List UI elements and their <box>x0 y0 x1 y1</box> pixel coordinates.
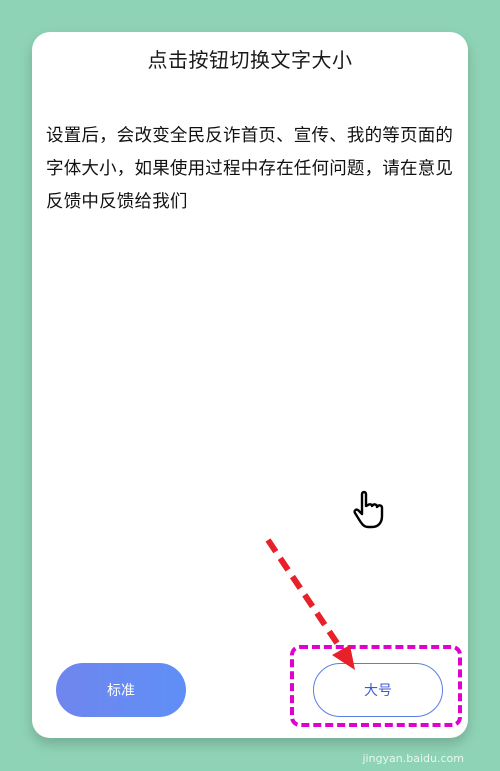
standard-size-button[interactable]: 标准 <box>56 663 186 717</box>
highlight-box <box>290 645 462 727</box>
hand-pointer-icon <box>352 490 388 530</box>
font-size-dialog: 点击按钮切换文字大小 设置后，会改变全民反诈首页、宣传、我的等页面的字体大小，如… <box>32 32 468 738</box>
dialog-description: 设置后，会改变全民反诈首页、宣传、我的等页面的字体大小，如果使用过程中存在任何问… <box>46 126 454 212</box>
standard-size-button-label: 标准 <box>107 683 135 699</box>
watermark-text: jingyan.baidu.com <box>362 752 464 765</box>
dialog-title: 点击按钮切换文字大小 <box>147 48 353 72</box>
